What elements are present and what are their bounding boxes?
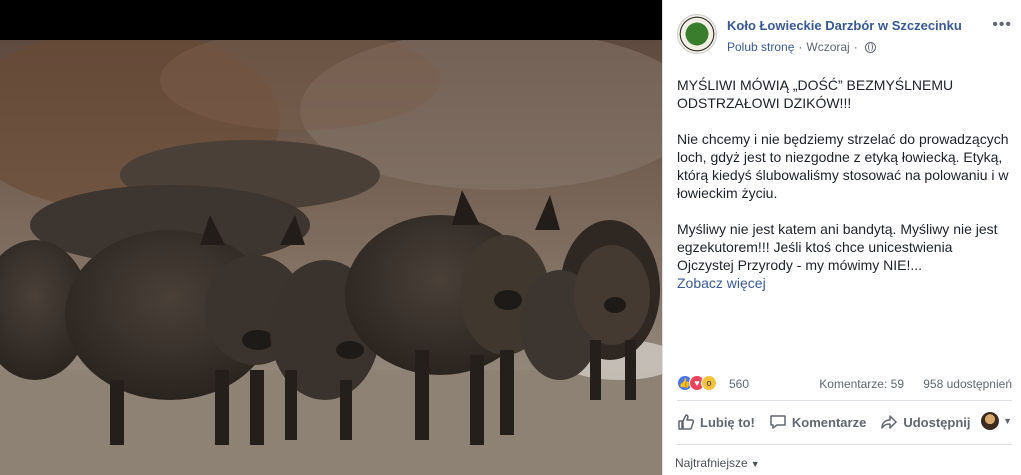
wild-boars-image: [0, 40, 662, 475]
profile-selector[interactable]: ▼: [981, 412, 1012, 430]
page-name-link[interactable]: Koło Łowieckie Darzbór w Szczecinku: [727, 18, 962, 33]
page-avatar[interactable]: [677, 14, 717, 54]
like-page-link[interactable]: Polub stronę: [727, 40, 794, 54]
comment-button-label: Komentarze: [791, 414, 867, 430]
post-photo-wild-boars[interactable]: [0, 40, 662, 475]
comment-sort-dropdown[interactable]: Najtrafniejsze ▼: [675, 456, 760, 470]
post-paragraph: Nie chcemy i nie będziemy strzelać do pr…: [677, 131, 1009, 201]
share-icon: [881, 415, 898, 429]
post-text: MYŚLIWI MÓWIĄ „DOŚĆ” BEZMYŚLNEMU ODSTRZA…: [677, 76, 1012, 292]
comment-sort-label: Najtrafniejsze: [675, 456, 748, 470]
reaction-count[interactable]: 560: [729, 377, 749, 391]
user-avatar: [981, 412, 1000, 430]
post-header: Koło Łowieckie Darzbór w Szczecinku ••• …: [677, 14, 1012, 58]
comments-count[interactable]: Komentarze: 59: [819, 377, 904, 391]
divider: [677, 400, 1012, 401]
meta-separator: ·: [798, 40, 803, 54]
comment-button[interactable]: Komentarze: [769, 413, 866, 431]
chevron-down-icon: ▼: [750, 459, 760, 469]
more-options-icon[interactable]: •••: [992, 17, 1012, 33]
post-side-panel: Koło Łowieckie Darzbór w Szczecinku ••• …: [662, 0, 1021, 475]
see-more-link[interactable]: Zobacz więcej: [677, 274, 1012, 292]
post-timestamp[interactable]: Wczoraj: [806, 40, 849, 54]
reactions-summary: 👍 ♥ o 560 Komentarze: 59 958 udostępnień: [677, 374, 1012, 394]
shares-count[interactable]: 958 udostępnień: [923, 377, 1012, 391]
reaction-icons[interactable]: 👍 ♥ o: [677, 375, 717, 391]
chevron-down-icon: ▼: [1003, 416, 1012, 426]
post-paragraph: Myśliwy nie jest katem ani bandytą. Myśl…: [677, 221, 998, 273]
wow-icon: o: [701, 375, 717, 391]
globe-icon: [864, 41, 876, 53]
share-button[interactable]: Udostępnij: [880, 413, 970, 431]
share-button-label: Udostępnij: [903, 414, 971, 430]
post-meta: Polub stronę · Wczoraj ·: [727, 40, 876, 54]
post-paragraph: MYŚLIWI MÓWIĄ „DOŚĆ” BEZMYŚLNEMU ODSTRZA…: [677, 77, 954, 111]
like-button-label: Lubię to!: [700, 414, 755, 430]
photo-viewer: [0, 0, 662, 475]
meta-separator: ·: [853, 40, 858, 54]
thumbs-up-icon: [678, 414, 695, 430]
post-actions: Lubię to! Komentarze Udostępnij ▼: [677, 408, 1012, 436]
comment-icon: [770, 415, 786, 429]
divider: [677, 444, 1012, 445]
like-button[interactable]: Lubię to!: [677, 413, 755, 431]
